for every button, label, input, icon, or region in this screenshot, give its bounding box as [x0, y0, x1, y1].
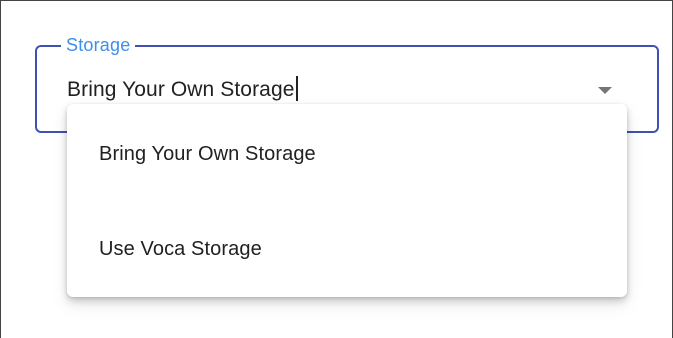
menu-item-use-voca-storage[interactable]: Use Voca Storage — [67, 201, 627, 297]
storage-label: Storage — [61, 34, 136, 56]
storage-value-text: Bring Your Own Storage — [67, 78, 295, 101]
text-cursor — [295, 76, 298, 101]
menu-item-bring-your-own-storage[interactable]: Bring Your Own Storage — [67, 106, 627, 202]
storage-value[interactable]: Bring Your Own Storage — [67, 76, 298, 104]
menu-item-label: Bring Your Own Storage — [99, 142, 316, 165]
storage-dropdown-menu: Bring Your Own Storage Use Voca Storage — [67, 104, 627, 297]
page-frame: Storage Bring Your Own Storage Bring You… — [0, 0, 673, 338]
menu-item-label: Use Voca Storage — [99, 237, 262, 260]
chevron-down-icon[interactable] — [598, 87, 612, 94]
